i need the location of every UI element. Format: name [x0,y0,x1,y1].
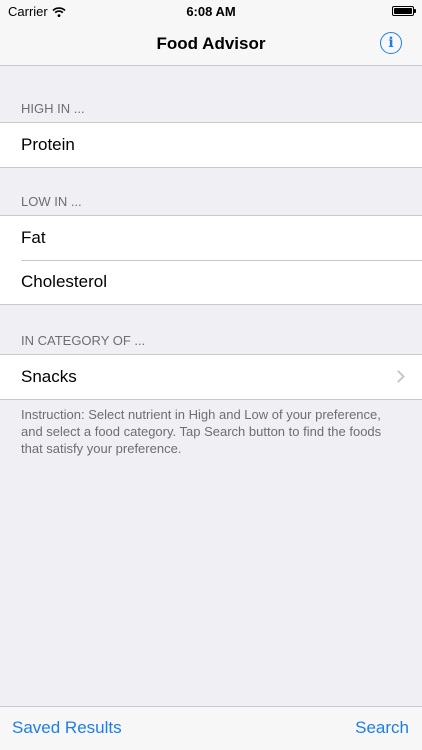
high-in-group: Protein [0,122,422,168]
page-title: Food Advisor [156,34,266,53]
low-in-group: Fat Cholesterol [0,215,422,305]
section-header-category: IN CATEGORY OF ... [21,333,146,348]
info-icon[interactable]: i [380,32,402,54]
navigation-bar: Food Advisor i [0,22,422,66]
category-cell-snacks[interactable]: Snacks [0,355,422,399]
nutrient-cell-protein[interactable]: Protein [0,123,422,167]
section-header-high: HIGH IN ... [21,101,85,116]
category-value: Snacks [21,367,77,386]
bottom-toolbar: Saved Results Search [0,706,422,750]
nutrient-cell-cholesterol[interactable]: Cholesterol [0,260,422,304]
nutrient-cell-fat[interactable]: Fat [0,216,422,260]
search-button[interactable]: Search [355,718,409,738]
chevron-right-icon [392,370,405,383]
category-group: Snacks [0,354,422,400]
battery-icon [392,6,416,16]
battery-level [394,8,412,14]
status-bar: Carrier 6:08 AM [0,0,422,22]
section-header-low: LOW IN ... [21,194,82,209]
instruction-text: Instruction: Select nutrient in High and… [21,407,382,456]
status-time: 6:08 AM [186,4,236,19]
saved-results-button[interactable]: Saved Results [12,718,122,738]
